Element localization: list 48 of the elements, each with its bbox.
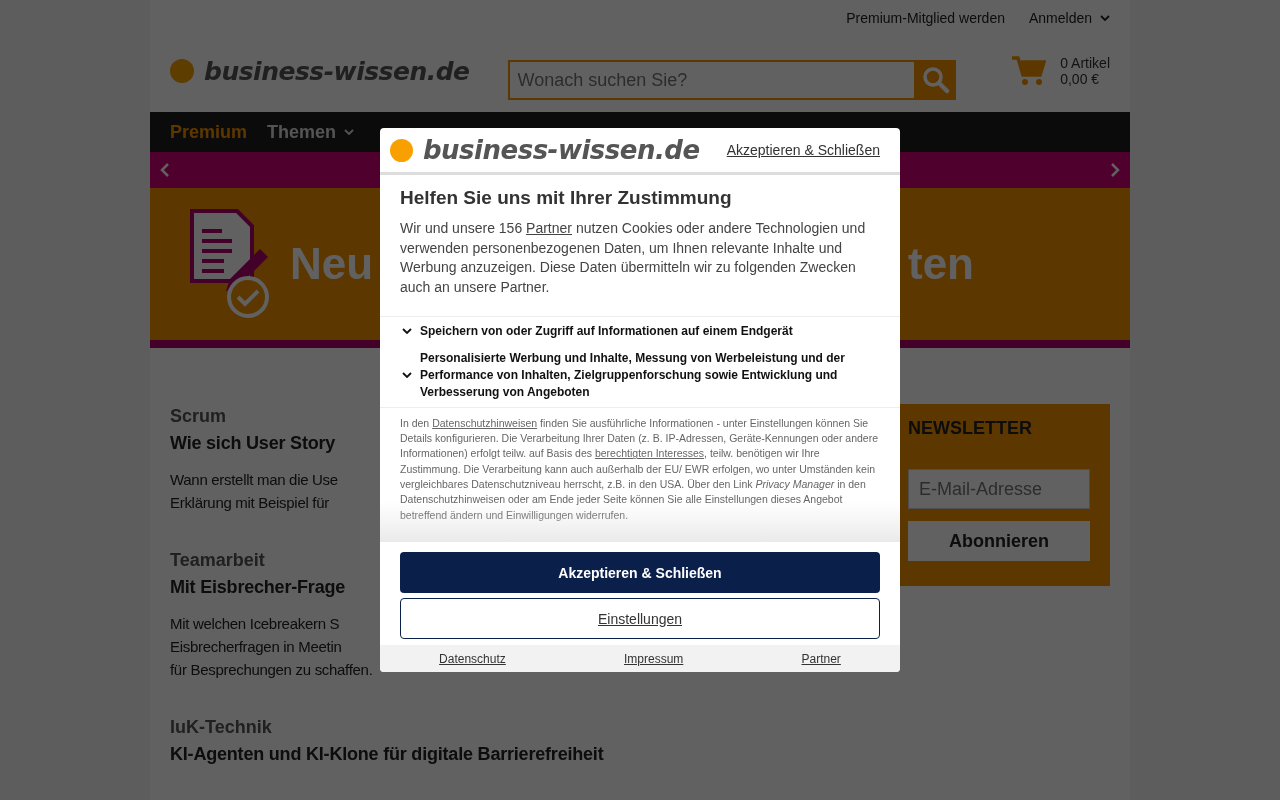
footer-link[interactable]: Impressum xyxy=(624,651,684,666)
chevron-down-icon xyxy=(402,328,412,335)
article-teaser: Eisbrecherfragen in Meetin xyxy=(170,637,342,657)
search-button[interactable] xyxy=(915,60,956,100)
newsletter-title: NEWSLETTER xyxy=(908,418,1032,439)
settings-button[interactable]: Einstellungen xyxy=(400,598,880,639)
banner-title: Neu xyxy=(290,239,374,289)
topbar-link[interactable]: Anmelden xyxy=(1028,6,1110,30)
site-logo[interactable]: business-wissen.de xyxy=(204,56,470,86)
cart-count: 0 Artikel xyxy=(1060,55,1110,71)
topbar-link[interactable]: Premium-Mitglied werden xyxy=(846,6,1005,30)
article-title[interactable]: Mit Eisbrecher-Frage xyxy=(170,577,346,598)
article-teaser: Wann erstellt man die Use xyxy=(170,470,338,490)
accept-button[interactable]: Akzeptieren & Schließen xyxy=(400,552,880,593)
footer-link[interactable]: Datenschutz xyxy=(439,651,506,666)
legal-notice: In den Datenschutzhinweisen finden Sie ausführliche Informationen - unter Einstellungen können Sie Details konfigurieren. Die Verarbeitung Ihrer Daten (z. B. IP-Adressen, Geräte-Kennungen oder andere Informationen) erfolgt teilw. auf Basis des berechtigten Interesses, teilw. benötigen wir Ihre Zustimmung. Die Verarbeitung kann auch außerhalb der EU/ EWR erfolgen, wo unter Umständen kein vergleichbares Datenschutzniveau herrscht, z.B. in den USA. Über den Link Privacy Manager in den Datenschutzhinweisen oder am Ende jeder Seite können Sie alle Einstellungen dieses Angebot betreffend ändern und Einwilligungen widerrufen. xyxy=(400,415,880,523)
chevron-down-icon xyxy=(1100,15,1110,21)
site-logo: business-wissen.de xyxy=(423,135,700,165)
article-teaser: Erklärung mit Beispiel für xyxy=(170,493,329,513)
footer-link[interactable]: Partner xyxy=(801,651,841,666)
subscribe-button[interactable]: Abonnieren xyxy=(908,521,1090,561)
purpose-item[interactable]: Personalisierte Werbung und Inhalte, Messung von Werbeleistung und der Performance von Inhalten, Zielgruppenforschung sowie Entwicklung und Verbesserung von Angeboten xyxy=(380,349,900,401)
dialog-heading: Helfen Sie uns mit Ihrer Zustimmung xyxy=(400,187,733,209)
banner-title: ten xyxy=(908,239,975,289)
logo-dot-icon xyxy=(170,59,194,83)
text-link[interactable]: Datenschutzhinweisen xyxy=(432,416,538,429)
cart-icon[interactable] xyxy=(1012,56,1047,86)
article-category[interactable]: Teamarbeit xyxy=(170,550,265,571)
article-teaser: Mit welchen Icebreakern S xyxy=(170,614,340,634)
article-title[interactable]: Wie sich User Story xyxy=(170,433,336,454)
article-title[interactable]: KI-Agenten und KI-Klone für digitale Barrierefreiheit xyxy=(170,744,604,765)
cart-total: 0,00 € xyxy=(1060,71,1101,87)
accept-link[interactable]: Akzeptieren & Schließen xyxy=(726,142,880,158)
chevron-down-icon xyxy=(402,372,412,379)
document-check-icon xyxy=(190,209,270,319)
arrow-right-icon[interactable] xyxy=(1110,162,1120,178)
article-category[interactable]: Scrum xyxy=(170,406,227,427)
chevron-down-icon xyxy=(344,129,355,135)
search-icon xyxy=(921,66,950,94)
nav-item[interactable]: Premium xyxy=(170,121,248,143)
nav-item[interactable]: Themen xyxy=(267,121,355,143)
logo-dot-icon xyxy=(390,138,413,162)
purpose-item[interactable]: Speichern von oder Zugriff auf Informationen auf einem Endgerät xyxy=(380,322,900,340)
dialog-intro: Wir und unsere 156 Partner nutzen Cookies oder andere Technologien und verwenden personenbezogenen Daten, um Ihnen relevante Inhalte und Werbung anzuzeigen. Diese Daten übermitteln wir zu folgenden Zwecken auch an unsere Partner. xyxy=(400,219,867,298)
arrow-left-icon[interactable] xyxy=(160,162,170,178)
text-link[interactable]: Partner xyxy=(526,220,572,236)
article-teaser: für Besprechungen zu schaffen. xyxy=(170,660,373,680)
article-category[interactable]: IuK-Technik xyxy=(170,717,272,738)
